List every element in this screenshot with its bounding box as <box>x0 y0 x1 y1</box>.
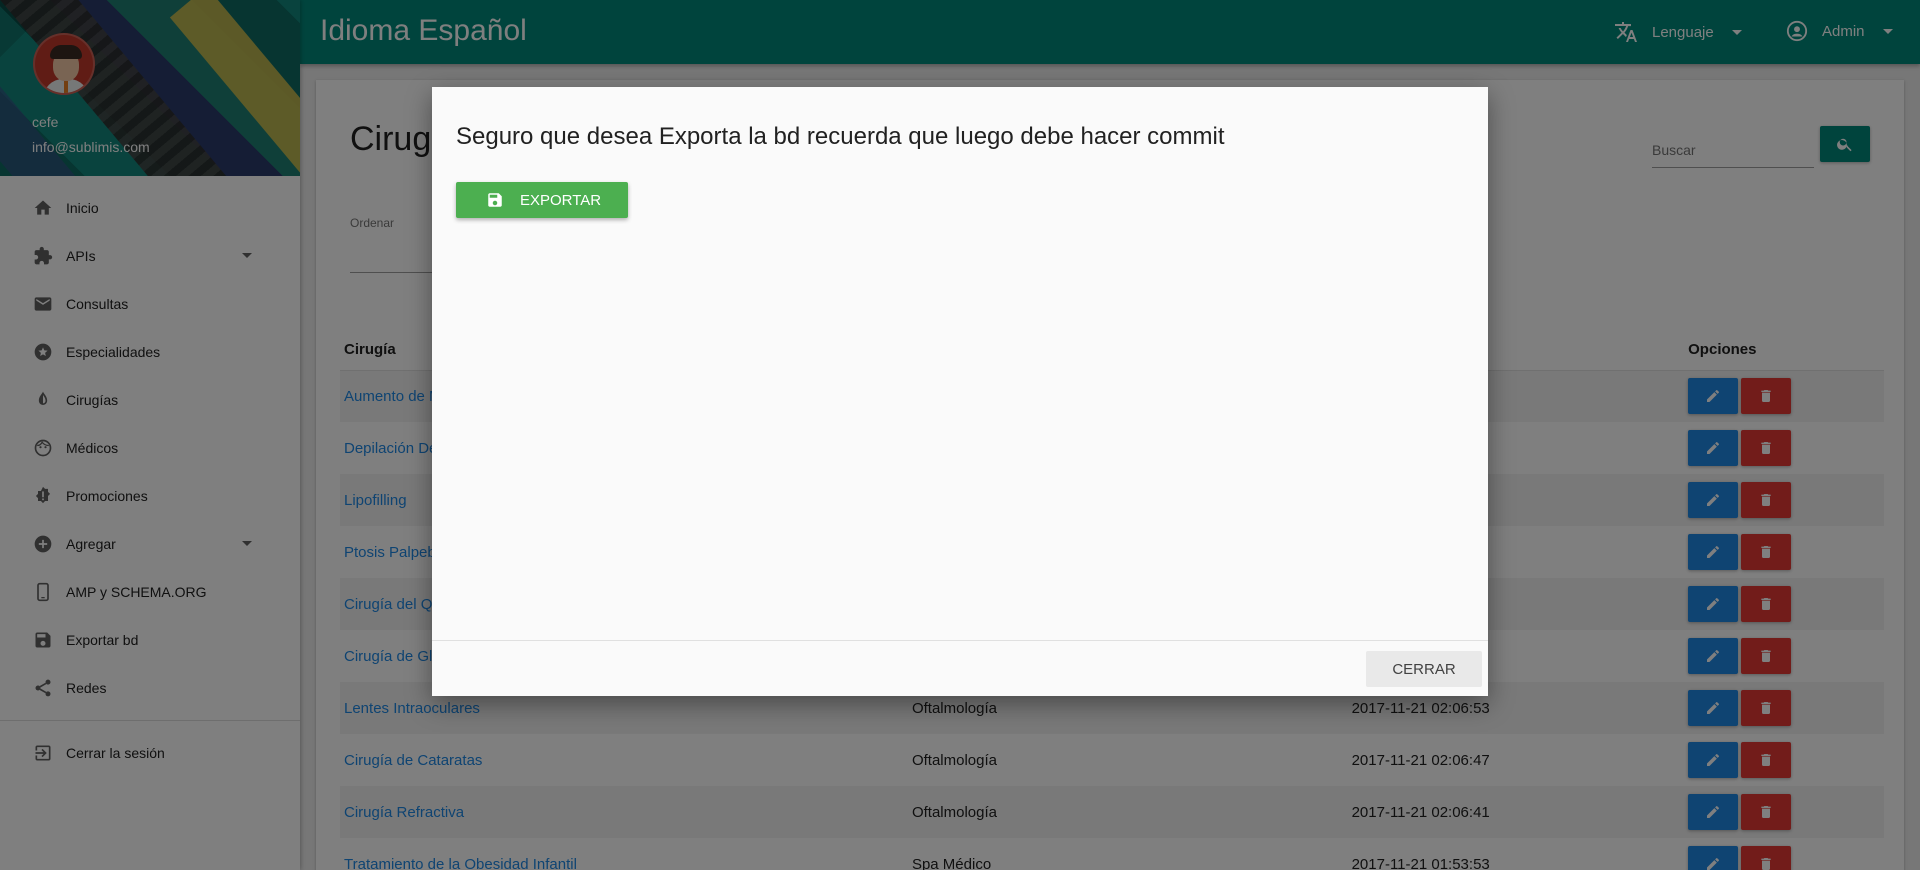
close-button[interactable]: CERRAR <box>1366 651 1482 687</box>
dialog-title: Seguro que desea Exporta la bd recuerda … <box>456 123 1225 150</box>
save-icon <box>486 191 504 209</box>
dialog-footer: CERRAR <box>432 640 1488 696</box>
export-dialog: Seguro que desea Exporta la bd recuerda … <box>432 87 1488 696</box>
export-button[interactable]: EXPORTAR <box>456 182 628 218</box>
export-label: EXPORTAR <box>520 191 602 209</box>
